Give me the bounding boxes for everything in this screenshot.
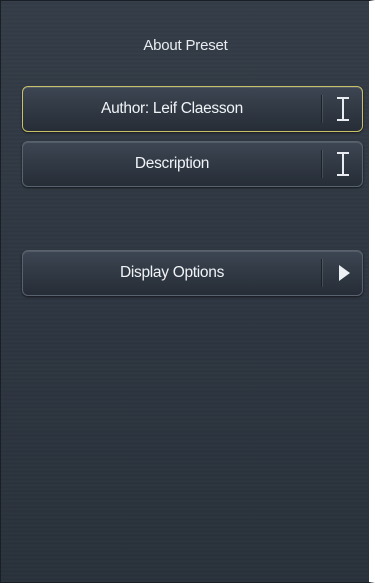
about-preset-panel: About Preset Author: Leif Claesson Descr…: [0, 0, 375, 583]
description-button[interactable]: Description: [22, 141, 363, 187]
text-cursor-icon: [327, 93, 359, 125]
description-button-label: Description: [134, 155, 210, 172]
author-button[interactable]: Author: Leif Claesson: [22, 86, 363, 132]
display-options-button[interactable]: Display Options: [22, 250, 363, 296]
page-title: About Preset: [143, 37, 228, 54]
text-cursor-icon: [327, 148, 359, 180]
display-options-button-label: Display Options: [119, 264, 225, 281]
author-button-label: Author: Leif Claesson: [101, 100, 243, 117]
play-arrow-icon: [327, 257, 359, 289]
button-separator: [321, 150, 322, 178]
button-separator: [321, 259, 322, 287]
button-separator: [321, 95, 322, 123]
